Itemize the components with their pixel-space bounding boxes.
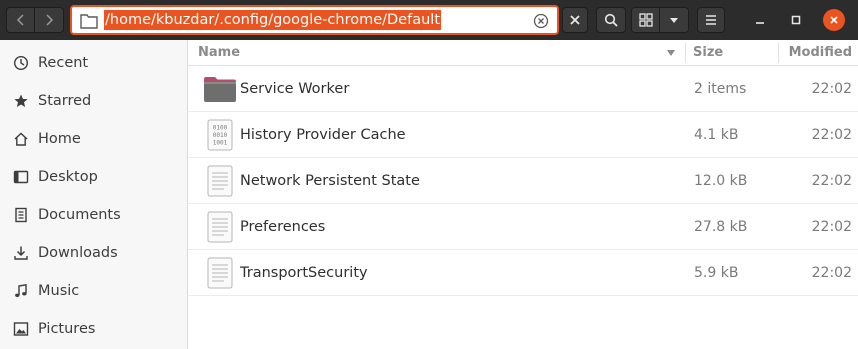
downloads-icon	[12, 244, 30, 262]
sidebar-item-label: Documents	[38, 207, 121, 223]
sidebar-item-documents[interactable]: Documents	[0, 196, 187, 234]
chevron-left-icon	[16, 14, 24, 26]
forward-button[interactable]	[35, 7, 64, 33]
grid-view-button[interactable]	[631, 7, 660, 33]
binary-file-icon: 0100 0010 1001	[207, 119, 233, 151]
search-button[interactable]	[596, 7, 626, 33]
file-list: Name Size Modified Service Worker 2 item…	[188, 40, 858, 349]
file-row[interactable]: Service Worker 2 items 22:02	[188, 66, 858, 112]
sidebar-item-downloads[interactable]: Downloads	[0, 234, 187, 272]
hamburger-icon	[706, 15, 716, 25]
pictures-icon	[12, 320, 30, 338]
sidebar-item-home[interactable]: Home	[0, 120, 187, 158]
sort-descending-icon	[667, 50, 675, 56]
svg-text:0100: 0100	[213, 125, 228, 132]
sidebar-item-label: Pictures	[38, 321, 96, 337]
close-icon	[570, 15, 580, 25]
file-size: 27.8 kB	[694, 219, 748, 235]
minimize-button[interactable]	[749, 9, 771, 31]
clock-icon	[12, 54, 30, 72]
file-size: 5.9 kB	[694, 265, 739, 281]
sidebar-item-label: Music	[38, 283, 80, 299]
navigation-buttons	[6, 7, 64, 33]
file-name: TransportSecurity	[240, 265, 368, 281]
sidebar-item-label: Desktop	[38, 169, 98, 185]
file-modified: 22:02	[811, 219, 852, 235]
svg-text:1001: 1001	[213, 140, 228, 147]
sidebar-item-desktop[interactable]: Desktop	[0, 158, 187, 196]
size-column-header[interactable]: Size	[693, 40, 723, 66]
close-icon	[830, 16, 838, 24]
folder-icon	[204, 77, 236, 102]
search-icon	[604, 13, 618, 27]
file-row[interactable]: Network Persistent State 12.0 kB 22:02	[188, 158, 858, 204]
svg-text:0010: 0010	[213, 132, 228, 139]
sidebar-item-music[interactable]: Music	[0, 272, 187, 310]
location-bar[interactable]: /home/kbuzdar/.config/google-chrome/Defa…	[70, 5, 559, 35]
file-size: 4.1 kB	[694, 127, 739, 143]
chevron-down-icon	[670, 18, 678, 23]
sidebar-item-label: Home	[38, 131, 81, 147]
close-window-button[interactable]	[823, 9, 845, 31]
file-name: Service Worker	[240, 81, 350, 97]
file-size: 12.0 kB	[694, 173, 748, 189]
column-divider	[778, 43, 779, 63]
desktop-icon	[12, 168, 30, 186]
file-modified: 22:02	[811, 173, 852, 189]
file-name: Preferences	[240, 219, 326, 235]
sidebar-item-recent[interactable]: Recent	[0, 44, 187, 82]
music-icon	[12, 282, 30, 300]
sidebar-item-starred[interactable]: Starred	[0, 82, 187, 120]
location-path-input[interactable]: /home/kbuzdar/.config/google-chrome/Defa…	[104, 10, 442, 30]
file-modified: 22:02	[811, 265, 852, 281]
file-name: Network Persistent State	[240, 173, 420, 189]
file-row[interactable]: 0100 0010 1001 History Provider Cache 4.…	[188, 112, 858, 158]
text-file-icon	[207, 165, 233, 197]
documents-icon	[12, 206, 30, 224]
view-options-button[interactable]	[660, 7, 689, 33]
file-name: History Provider Cache	[240, 127, 406, 143]
star-icon	[12, 92, 30, 110]
cancel-location-button[interactable]	[562, 7, 588, 33]
text-file-icon	[207, 257, 233, 289]
sidebar-item-pictures[interactable]: Pictures	[0, 310, 187, 348]
folder-icon	[80, 14, 98, 29]
back-button[interactable]	[6, 7, 35, 33]
modified-column-header[interactable]: Modified	[789, 40, 852, 66]
file-modified: 22:02	[811, 127, 852, 143]
file-modified: 22:02	[811, 81, 852, 97]
header-bar: /home/kbuzdar/.config/google-chrome/Defa…	[0, 0, 858, 40]
view-buttons	[631, 7, 689, 33]
maximize-icon	[791, 15, 801, 25]
file-row[interactable]: TransportSecurity 5.9 kB 22:02	[188, 250, 858, 296]
text-file-icon	[207, 211, 233, 243]
chevron-right-icon	[46, 14, 54, 26]
name-column-header[interactable]: Name	[198, 40, 240, 66]
sidebar-item-label: Downloads	[38, 245, 118, 261]
column-header: Name Size Modified	[188, 40, 858, 66]
clear-icon[interactable]	[533, 13, 549, 29]
home-icon	[12, 130, 30, 148]
file-size: 2 items	[694, 81, 747, 97]
grid-icon	[638, 13, 653, 27]
column-divider	[685, 43, 686, 63]
sidebar-item-label: Recent	[38, 55, 89, 71]
minimize-icon	[756, 22, 764, 24]
sidebar-item-label: Starred	[38, 93, 92, 109]
file-row[interactable]: Preferences 27.8 kB 22:02	[188, 204, 858, 250]
maximize-button[interactable]	[785, 9, 807, 31]
sidebar: Recent Starred Home Desktop Documents Do…	[0, 40, 188, 349]
menu-button[interactable]	[697, 7, 725, 33]
